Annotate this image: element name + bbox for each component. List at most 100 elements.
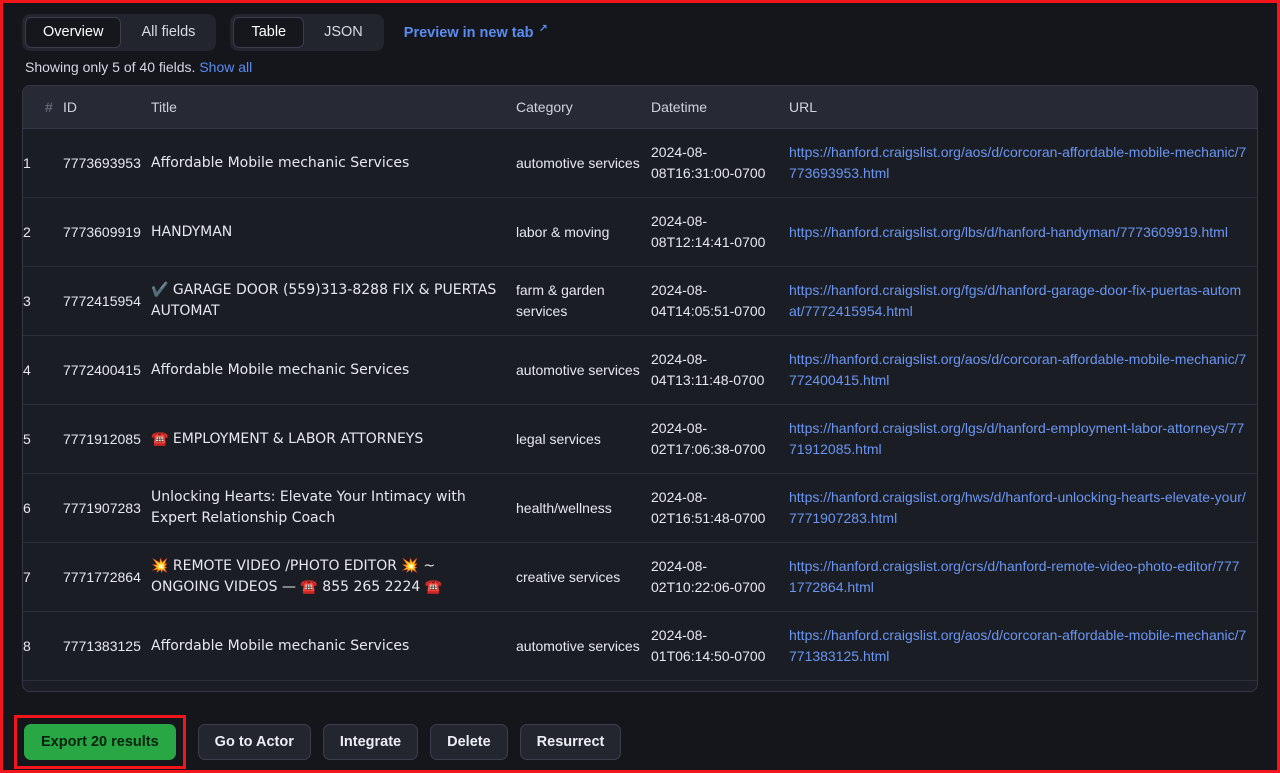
column-header-datetime[interactable]: Datetime <box>651 86 789 129</box>
action-bar: Export 20 results Go to Actor Integrate … <box>3 714 1277 770</box>
cell-datetime: 2024-08-02T10:22:06-0700 <box>651 542 789 612</box>
cell-url: https://hanford.craigslist.org/aos/d/cor… <box>789 128 1257 198</box>
results-table: # ID Title Category Datetime URL 1 777369… <box>23 86 1257 691</box>
resurrect-button[interactable]: Resurrect <box>519 724 622 760</box>
cell-title: ✔️ GARAGE DOOR (559)313-8288 FIX & PUERT… <box>151 266 516 336</box>
cell-id: 7771383125 <box>63 611 151 681</box>
cell-title: KMYS☘️PROPERTY CLEAN UP SVC⚠️WEED ABATEM… <box>151 680 516 691</box>
cell-title: ☎️ EMPLOYMENT & LABOR ATTORNEYS <box>151 404 516 474</box>
integrate-button[interactable]: Integrate <box>322 724 419 760</box>
cell-datetime: 2024-07-31T09:11:24-0700 <box>651 680 789 691</box>
tab-overview[interactable]: Overview <box>25 17 122 48</box>
delete-button[interactable]: Delete <box>430 724 508 760</box>
cell-datetime: 2024-08-02T16:51:48-0700 <box>651 473 789 543</box>
cell-category: automotive services <box>516 128 651 198</box>
cell-category: creative services <box>516 542 651 612</box>
listing-url-link[interactable]: https://hanford.craigslist.org/lbs/d/han… <box>789 224 1228 240</box>
cell-id: 7771912085 <box>63 404 151 474</box>
cell-category: automotive services <box>516 611 651 681</box>
format-tab-group: Table JSON <box>230 14 384 51</box>
column-header-url[interactable]: URL <box>789 86 1257 129</box>
listing-url-link[interactable]: https://hanford.craigslist.org/aos/d/cor… <box>789 351 1246 388</box>
listing-url-link[interactable]: https://hanford.craigslist.org/fgs/d/han… <box>789 282 1241 319</box>
cell-id: 7773693953 <box>63 128 151 198</box>
table-row[interactable]: 8 7771383125 Affordable Mobile mechanic Se… <box>23 611 1257 681</box>
table-row[interactable]: 1 7773693953 Affordable Mobile mechanic Se… <box>23 128 1257 198</box>
table-row[interactable]: 2 7773609919 HANDYMAN labor & moving 2024-08… <box>23 197 1257 267</box>
cell-url: https://hanford.craigslist.org/hws/d/han… <box>789 473 1257 543</box>
tab-table[interactable]: Table <box>233 17 305 48</box>
listing-url-link[interactable]: https://hanford.craigslist.org/lgs/d/han… <box>789 420 1244 457</box>
cell-title: Affordable Mobile mechanic Services <box>151 611 516 681</box>
cell-id: 7773609919 <box>63 197 151 267</box>
tab-json[interactable]: JSON <box>306 17 381 48</box>
go-to-actor-button[interactable]: Go to Actor <box>197 724 311 760</box>
listing-url-link[interactable]: https://hanford.craigslist.org/aos/d/cor… <box>789 627 1246 664</box>
cell-url: https://hanford.craigslist.org/lgs/d/han… <box>789 404 1257 474</box>
cell-category: labor & moving <box>516 197 651 267</box>
show-all-fields-link[interactable]: Show all <box>199 59 252 75</box>
cell-url: https://hanford.craigslist.org/lbs/d/vis… <box>789 680 1257 691</box>
cell-category: farm & garden services <box>516 266 651 336</box>
column-header-category[interactable]: Category <box>516 86 651 129</box>
listing-url-link[interactable]: https://hanford.craigslist.org/aos/d/cor… <box>789 144 1246 181</box>
cell-index: 4 <box>23 335 63 405</box>
cell-index: 8 <box>23 611 63 681</box>
results-panel: Overview All fields Table JSON Preview i… <box>0 0 1280 773</box>
cell-title: 💥 REMOTE VIDEO /PHOTO EDITOR 💥 ~ ONGOING… <box>151 542 516 612</box>
cell-title: HANDYMAN <box>151 197 516 267</box>
table-row[interactable]: 3 7772415954 ✔️ GARAGE DOOR (559)313-8288 … <box>23 266 1257 336</box>
cell-title: Affordable Mobile mechanic Services <box>151 335 516 405</box>
listing-url-link[interactable]: https://hanford.craigslist.org/hws/d/han… <box>789 489 1246 526</box>
cell-url: https://hanford.craigslist.org/aos/d/cor… <box>789 611 1257 681</box>
cell-id: 7771132663 <box>63 680 151 691</box>
cell-url: https://hanford.craigslist.org/fgs/d/han… <box>789 266 1257 336</box>
tab-all-fields[interactable]: All fields <box>123 17 213 48</box>
cell-index: 3 <box>23 266 63 336</box>
table-header-row: # ID Title Category Datetime URL <box>23 86 1257 129</box>
view-tab-group: Overview All fields <box>22 14 217 51</box>
cell-id: 7772400415 <box>63 335 151 405</box>
cell-id: 7771772864 <box>63 542 151 612</box>
cell-category: labor & moving <box>516 680 651 691</box>
cell-index: 9 <box>23 680 63 691</box>
results-table-container[interactable]: # ID Title Category Datetime URL 1 777369… <box>22 85 1258 692</box>
cell-url: https://hanford.craigslist.org/lbs/d/han… <box>789 197 1257 267</box>
cell-datetime: 2024-08-08T12:14:41-0700 <box>651 197 789 267</box>
cell-datetime: 2024-08-04T13:11:48-0700 <box>651 335 789 405</box>
cell-index: 1 <box>23 128 63 198</box>
cell-index: 5 <box>23 404 63 474</box>
preview-in-new-tab-link[interactable]: Preview in new tab ↗ <box>403 21 548 41</box>
external-link-arrow-icon: ↗ <box>538 21 548 35</box>
cell-datetime: 2024-08-01T06:14:50-0700 <box>651 611 789 681</box>
cell-datetime: 2024-08-02T17:06:38-0700 <box>651 404 789 474</box>
showing-fields-text: Showing only 5 of 40 fields. <box>25 59 196 75</box>
cell-category: automotive services <box>516 335 651 405</box>
export-button-highlight: Export 20 results <box>14 715 186 769</box>
cell-title: Affordable Mobile mechanic Services <box>151 128 516 198</box>
cell-id: 7772415954 <box>63 266 151 336</box>
cell-url: https://hanford.craigslist.org/crs/d/han… <box>789 542 1257 612</box>
cell-index: 2 <box>23 197 63 267</box>
cell-index: 7 <box>23 542 63 612</box>
cell-url: https://hanford.craigslist.org/aos/d/cor… <box>789 335 1257 405</box>
table-body: 1 7773693953 Affordable Mobile mechanic Se… <box>23 128 1257 691</box>
column-header-id[interactable]: ID <box>63 86 151 129</box>
cell-index: 6 <box>23 473 63 543</box>
table-row[interactable]: 4 7772400415 Affordable Mobile mechanic Se… <box>23 335 1257 405</box>
column-header-title[interactable]: Title <box>151 86 516 129</box>
cell-category: legal services <box>516 404 651 474</box>
export-results-button[interactable]: Export 20 results <box>24 724 176 760</box>
preview-link-label: Preview in new tab <box>403 24 534 41</box>
fields-status-line: Showing only 5 of 40 fields. Show all <box>3 49 1277 79</box>
table-header: # ID Title Category Datetime URL <box>23 86 1257 129</box>
table-row[interactable]: 97771132663KMYS☘️PROPERTY CLEAN UP SVC⚠️… <box>23 680 1257 691</box>
cell-datetime: 2024-08-04T14:05:51-0700 <box>651 266 789 336</box>
table-row[interactable]: 7 7771772864 💥 REMOTE VIDEO /PHOTO EDITOR … <box>23 542 1257 612</box>
table-row[interactable]: 5 7771912085 ☎️ EMPLOYMENT & LABOR ATTORNE… <box>23 404 1257 474</box>
cell-title: Unlocking Hearts: Elevate Your Intimacy … <box>151 473 516 543</box>
table-row[interactable]: 6 7771907283 Unlocking Hearts: Elevate You… <box>23 473 1257 543</box>
listing-url-link[interactable]: https://hanford.craigslist.org/crs/d/han… <box>789 558 1240 595</box>
column-header-index[interactable]: # <box>23 86 63 129</box>
cell-id: 7771907283 <box>63 473 151 543</box>
